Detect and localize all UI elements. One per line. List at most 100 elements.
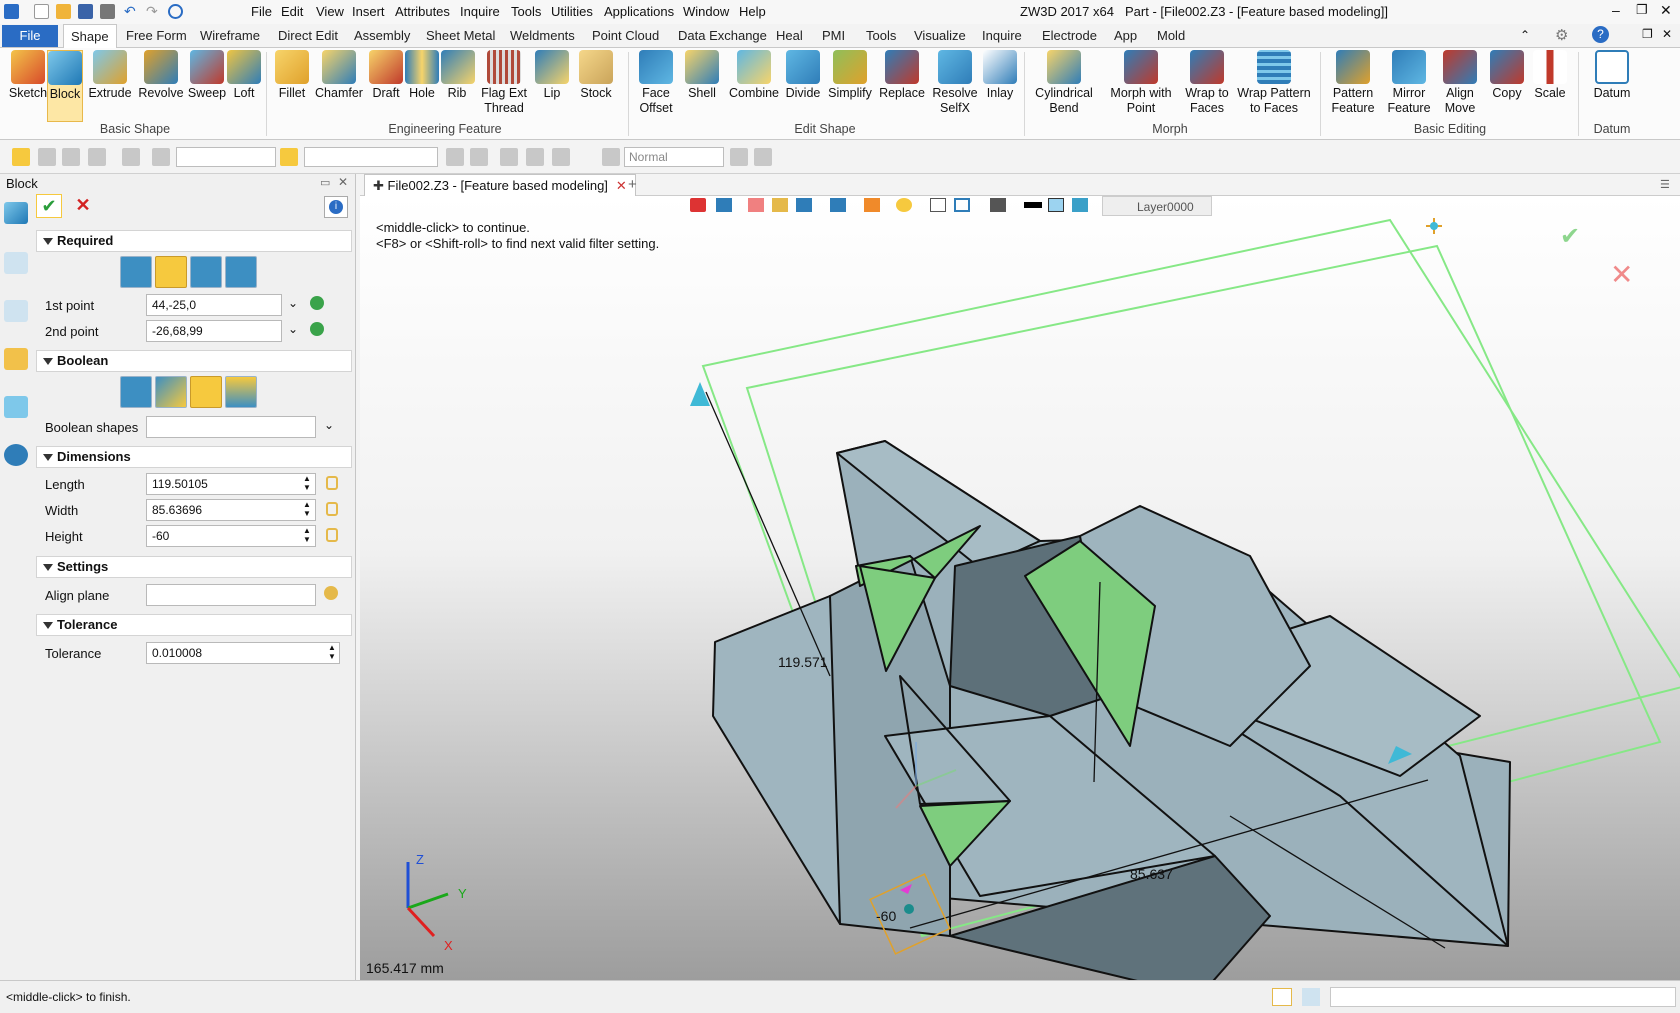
settings-gear-icon[interactable]: ⚙ <box>1555 26 1568 44</box>
first-point-expand-icon[interactable]: ⌄ <box>288 296 298 310</box>
revolve-button[interactable]: Revolve <box>137 50 185 101</box>
length-input[interactable]: 119.50105 <box>146 473 316 495</box>
section-tolerance[interactable]: Tolerance <box>36 614 352 636</box>
loft-button[interactable]: Loft <box>226 50 262 101</box>
boolean-base-button[interactable] <box>120 376 152 408</box>
tab-tools[interactable]: Tools <box>866 28 896 43</box>
panel-pin-icon[interactable]: ▭ <box>320 176 330 189</box>
remove-icon[interactable] <box>62 148 80 166</box>
extrude-button[interactable]: Extrude <box>88 50 132 101</box>
face-offset-button[interactable]: Face Offset <box>634 50 678 116</box>
tab-file[interactable]: File <box>2 25 58 47</box>
fill-color-icon[interactable] <box>1048 198 1064 212</box>
datum-button[interactable]: Datum <box>1590 50 1634 101</box>
status-list-icon[interactable] <box>1302 988 1320 1006</box>
pattern-feature-button[interactable]: Pattern Feature <box>1328 50 1378 116</box>
width-spinner[interactable]: ▲ ▼ <box>303 500 311 518</box>
tab-weldments[interactable]: Weldments <box>510 28 575 43</box>
morph-with-point-button[interactable]: Morph with Point <box>1106 50 1176 116</box>
tab-heal[interactable]: Heal <box>776 28 803 43</box>
length-spinner[interactable]: ▲ ▼ <box>303 474 311 492</box>
monitor-icon[interactable] <box>990 198 1006 212</box>
filter-combo[interactable] <box>176 147 276 167</box>
tab-menu-icon[interactable]: ☰ <box>1660 178 1670 191</box>
tab-direct-edit[interactable]: Direct Edit <box>278 28 338 43</box>
redo-icon[interactable]: ↷ <box>146 4 161 19</box>
second-point-pick-icon[interactable] <box>310 322 324 336</box>
shape-filter-icon[interactable] <box>122 148 140 166</box>
close-tab-icon[interactable]: ✕ <box>616 178 627 193</box>
box-select-icon[interactable] <box>864 198 880 212</box>
tab-mold[interactable]: Mold <box>1157 28 1185 43</box>
copy-button[interactable]: Copy <box>1489 50 1525 101</box>
tab-sheet-metal[interactable]: Sheet Metal <box>426 28 495 43</box>
height-input[interactable]: -60 <box>146 525 316 547</box>
undo-icon[interactable]: ↶ <box>124 4 139 19</box>
panel-close-icon[interactable]: ✕ <box>338 175 348 189</box>
lip-button[interactable]: Lip <box>535 50 569 101</box>
fillet-button[interactable]: Fillet <box>272 50 312 101</box>
inlay-button[interactable]: Inlay <box>983 50 1017 101</box>
hole-button[interactable]: Hole <box>405 50 439 101</box>
sketch-button[interactable]: Sketch <box>8 50 48 101</box>
combine-button[interactable]: Combine <box>728 50 780 101</box>
render-icon[interactable] <box>896 198 912 212</box>
ok-button[interactable]: ✔ <box>36 194 62 218</box>
menu-utilities[interactable]: Utilities <box>551 4 593 19</box>
section-required[interactable]: Required <box>36 230 352 252</box>
cancel-button[interactable]: ✕ <box>70 194 96 218</box>
pick-mode-combo[interactable] <box>304 147 438 167</box>
anchor-point[interactable] <box>904 904 914 914</box>
second-point-input[interactable]: -26,68,99 <box>146 320 282 342</box>
chamfer-button[interactable]: Chamfer <box>313 50 365 101</box>
close-button[interactable]: ✕ <box>1660 2 1672 19</box>
sweep-button[interactable]: Sweep <box>187 50 227 101</box>
display-mode-combo[interactable]: Normal <box>624 147 724 167</box>
boolean-add-button[interactable] <box>155 376 187 408</box>
first-point-input[interactable]: 44,-25,0 <box>146 294 282 316</box>
tab-visualize[interactable]: Visualize <box>914 28 966 43</box>
tab-electrode[interactable]: Electrode <box>1042 28 1097 43</box>
help-icon[interactable]: ? <box>1592 26 1609 43</box>
shell-button[interactable]: Shell <box>684 50 720 101</box>
block-button[interactable]: Block <box>47 50 83 122</box>
snap2-icon[interactable] <box>470 148 488 166</box>
width-lock-icon[interactable] <box>326 502 338 516</box>
menu-edit[interactable]: Edit <box>281 4 303 19</box>
command-input[interactable] <box>1330 987 1676 1007</box>
tab-point-cloud[interactable]: Point Cloud <box>592 28 659 43</box>
section-view-icon[interactable] <box>954 198 970 212</box>
filter-list-icon[interactable] <box>152 148 170 166</box>
stock-button[interactable]: Stock <box>576 50 616 101</box>
arrow-icon[interactable] <box>552 148 570 166</box>
new-tab-icon[interactable]: + <box>628 176 637 193</box>
block-feature-icon[interactable] <box>4 202 28 224</box>
align-plane-input[interactable] <box>146 584 316 606</box>
section-boolean[interactable]: Boolean <box>36 350 352 372</box>
document-tab[interactable]: ✚ File002.Z3 - [Feature based modeling] ✕ <box>364 174 636 196</box>
boolean-shapes-input[interactable] <box>146 416 316 438</box>
layer-style-icon[interactable] <box>1072 198 1088 212</box>
align-left-icon[interactable] <box>500 148 518 166</box>
exit-view-icon[interactable] <box>690 198 706 212</box>
block-type-center-button[interactable] <box>120 256 152 288</box>
tab-pmi[interactable]: PMI <box>822 28 845 43</box>
assembly-tree-icon[interactable] <box>4 300 28 322</box>
menu-tools[interactable]: Tools <box>511 4 541 19</box>
tab-assembly[interactable]: Assembly <box>354 28 410 43</box>
zoom-fit-icon[interactable] <box>930 198 946 212</box>
menu-view[interactable]: View <box>316 4 344 19</box>
status-view-icon[interactable] <box>1272 988 1292 1006</box>
simplify-button[interactable]: Simplify <box>826 50 874 101</box>
line-color-icon[interactable] <box>1024 202 1042 208</box>
new-file-icon[interactable] <box>34 4 49 19</box>
shaded-view-icon[interactable] <box>830 198 846 212</box>
boolean-shapes-expand-icon[interactable]: ⌄ <box>324 418 334 432</box>
menu-help[interactable]: Help <box>739 4 766 19</box>
doc-close-button[interactable]: ✕ <box>1662 27 1672 41</box>
tab-free-form[interactable]: Free Form <box>126 28 187 43</box>
align-right-icon[interactable] <box>526 148 544 166</box>
menu-attributes[interactable]: Attributes <box>395 4 450 19</box>
view-orient-icon[interactable] <box>716 198 732 212</box>
cube-blue-icon[interactable] <box>796 198 812 212</box>
